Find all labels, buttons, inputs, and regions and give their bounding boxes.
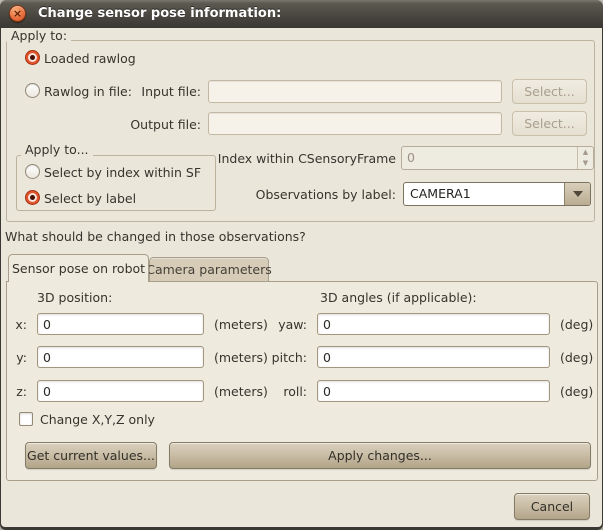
close-icon: ×	[13, 8, 22, 19]
observations-combobox-value: CAMERA1	[410, 183, 471, 205]
change-xyz-only-label[interactable]: Change X,Y,Z only	[40, 412, 155, 427]
pitch-input[interactable]	[317, 346, 550, 368]
spinner-arrows: ▲ ▼	[577, 147, 593, 169]
roll-input[interactable]	[317, 380, 550, 402]
index-spinner-value: 0	[407, 147, 415, 169]
x-label: x:	[7, 317, 27, 332]
radio-select-by-index-label[interactable]: Select by index within SF	[44, 165, 201, 180]
titlebar[interactable]: × Change sensor pose information:	[0, 0, 603, 28]
tab-camera-parameters-label: Camera parameters	[146, 262, 272, 277]
radio-select-by-label-label[interactable]: Select by label	[44, 191, 136, 206]
index-within-csf-label: Index within CSensoryFrame	[201, 151, 396, 166]
observations-combobox[interactable]: CAMERA1	[403, 182, 591, 206]
pitch-label: pitch:	[257, 350, 307, 365]
sensor-pose-panel: 3D position: 3D angles (if applicable): …	[6, 281, 598, 481]
get-current-values-button[interactable]: Get current values...	[25, 442, 157, 469]
y-input[interactable]	[37, 346, 204, 368]
change-xyz-only-checkbox[interactable]	[19, 412, 33, 426]
apply-to-frame-legend: Apply to:	[7, 28, 71, 43]
radio-loaded-rawlog[interactable]	[25, 50, 40, 65]
output-file-select-button[interactable]: Select...	[512, 111, 587, 136]
input-file-label: Input file:	[81, 84, 201, 99]
spin-down-icon[interactable]: ▼	[578, 158, 593, 169]
index-spinner[interactable]: 0 ▲ ▼	[401, 146, 594, 170]
radio-select-by-label[interactable]	[25, 190, 40, 205]
radio-loaded-rawlog-label[interactable]: Loaded rawlog	[44, 51, 136, 66]
output-file-label: Output file:	[81, 117, 201, 132]
apply-to-inner-frame-legend: Apply to...	[21, 142, 93, 157]
dialog-window: × Change sensor pose information: Apply …	[0, 0, 603, 530]
spin-up-icon[interactable]: ▲	[578, 147, 593, 158]
angles-header: 3D angles (if applicable):	[320, 290, 477, 305]
observations-by-label-label: Observations by label:	[201, 187, 396, 202]
apply-changes-button[interactable]: Apply changes...	[169, 442, 591, 469]
cancel-button[interactable]: Cancel	[514, 493, 590, 520]
yaw-label: yaw:	[257, 317, 307, 332]
y-label: y:	[7, 350, 27, 365]
tab-sensor-pose[interactable]: Sensor pose on robot	[8, 254, 149, 282]
roll-unit-label: (deg)	[560, 384, 593, 399]
window-title: Change sensor pose information:	[38, 0, 281, 28]
dialog-body: Apply to: Loaded rawlog Rawlog in file: …	[1, 28, 602, 527]
output-file-field[interactable]	[208, 112, 502, 135]
yaw-input[interactable]	[317, 313, 550, 335]
radio-select-by-index[interactable]	[25, 164, 40, 179]
combobox-dropdown-button[interactable]	[564, 183, 590, 205]
close-button[interactable]: ×	[9, 5, 26, 22]
chevron-down-icon	[573, 191, 583, 197]
tab-sensor-pose-label: Sensor pose on robot	[12, 261, 145, 276]
input-file-field[interactable]	[208, 80, 502, 103]
z-input[interactable]	[37, 380, 204, 402]
input-file-select-button[interactable]: Select...	[512, 79, 587, 104]
pitch-unit-label: (deg)	[560, 350, 593, 365]
x-input[interactable]	[37, 313, 204, 335]
radio-rawlog-in-file[interactable]	[25, 83, 40, 98]
position-header: 3D position:	[37, 290, 112, 305]
z-label: z:	[7, 384, 27, 399]
yaw-unit-label: (deg)	[560, 317, 593, 332]
question-label: What should be changed in those observat…	[5, 229, 306, 244]
roll-label: roll:	[257, 384, 307, 399]
tab-camera-parameters[interactable]: Camera parameters	[149, 257, 269, 281]
